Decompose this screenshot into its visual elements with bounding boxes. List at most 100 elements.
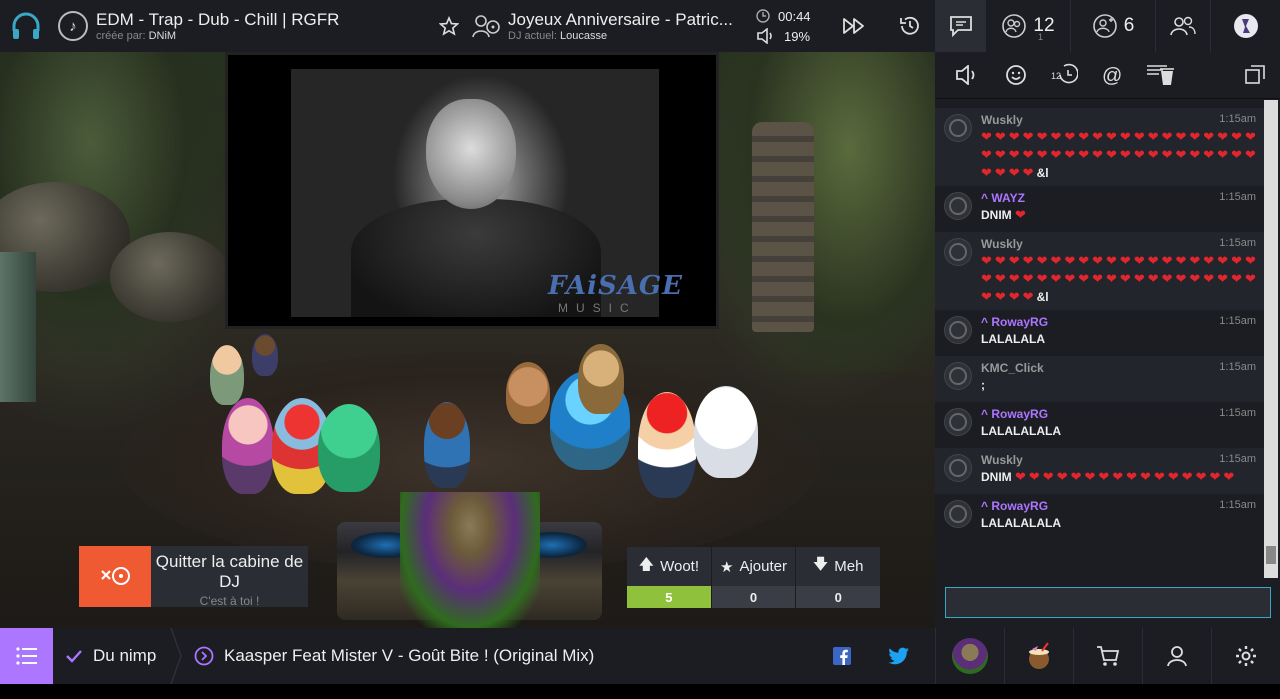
leave-booth-button[interactable]: Quitter la cabine de DJ C'est à toi ! xyxy=(79,546,308,608)
audience-avatar[interactable] xyxy=(638,392,696,498)
svg-text:12: 12 xyxy=(1051,71,1061,81)
heart-emoji: ❤ xyxy=(1015,207,1029,222)
chat-timestamp: 1:15am xyxy=(1219,407,1256,419)
audience-avatar[interactable] xyxy=(694,386,758,478)
audience-avatar[interactable] xyxy=(318,404,380,492)
current-dj[interactable]: Loucasse xyxy=(560,30,607,42)
community-info[interactable]: ♪ EDM - Trap - Dub - Chill | RGFR créée … xyxy=(52,0,434,52)
chat-avatar[interactable] xyxy=(944,408,972,436)
history-icon xyxy=(900,16,919,35)
gear-icon xyxy=(1236,646,1256,666)
dj-label: DJ actuel: xyxy=(508,30,557,42)
chat-text-content: LALALALALA xyxy=(981,516,1061,530)
next-song-title: Kaasper Feat Mister V - Goût Bite ! (Ori… xyxy=(224,646,595,665)
chat-username[interactable]: ^ RowayRG xyxy=(981,406,1260,422)
tab-users[interactable] xyxy=(1155,0,1210,52)
dj-avatar[interactable] xyxy=(400,492,540,628)
chat-avatar[interactable] xyxy=(944,362,972,390)
volume-control[interactable]: 19% xyxy=(756,26,826,46)
clock-icon xyxy=(756,9,770,23)
meh-button[interactable]: 🡇 Meh 0 xyxy=(796,547,881,608)
logo[interactable] xyxy=(0,0,52,52)
chat-username[interactable]: Wuskly xyxy=(981,112,1260,128)
audience-avatar[interactable] xyxy=(252,334,278,376)
plug-dj-app: ♪ EDM - Trap - Dub - Chill | RGFR créée … xyxy=(0,0,1280,699)
heart-emoji: ❤❤❤❤❤❤❤❤❤❤❤❤❤❤❤❤❤❤❤❤❤❤❤❤❤❤❤❤❤❤❤❤❤❤❤❤❤❤❤❤… xyxy=(981,129,1259,180)
bottom-right-buttons xyxy=(935,628,1280,684)
leave-booth-sub: C'est à toi ! xyxy=(199,594,260,608)
audience-avatar[interactable] xyxy=(222,398,274,494)
avatar-icon xyxy=(949,119,967,137)
chat-text-content: LALALALALA xyxy=(981,424,1061,438)
chat-avatar[interactable] xyxy=(944,316,972,344)
chat-text-suffix: &l xyxy=(1036,290,1049,304)
chat-avatar[interactable] xyxy=(944,238,972,266)
audience-avatar[interactable] xyxy=(210,345,244,405)
volume-icon xyxy=(757,28,772,44)
history-button[interactable] xyxy=(882,0,938,52)
heart-emoji: ❤❤❤❤❤❤❤❤❤❤❤❤❤❤❤❤ xyxy=(1015,469,1238,484)
active-playlist[interactable]: Du nimp xyxy=(53,646,178,666)
profile-icon xyxy=(1233,14,1258,38)
audience-avatar[interactable] xyxy=(424,402,470,488)
tab-profile[interactable] xyxy=(1210,0,1280,52)
arrow-down-icon: 🡇 xyxy=(812,556,829,573)
chat-avatar[interactable] xyxy=(944,114,972,142)
svg-text:@: @ xyxy=(1102,65,1122,86)
chat-avatar[interactable] xyxy=(944,192,972,220)
popout-chat-button[interactable] xyxy=(1244,64,1266,91)
avatar-icon xyxy=(949,321,967,339)
now-playing: Joyeux Anniversaire - Patric... DJ actue… xyxy=(464,0,754,52)
chat-input[interactable] xyxy=(945,587,1271,618)
created-by-user[interactable]: DNiM xyxy=(149,30,177,42)
chat-username[interactable]: Wuskly xyxy=(981,452,1260,468)
facebook-share-button[interactable] xyxy=(826,640,858,672)
chat-scrollbar[interactable] xyxy=(1264,100,1278,578)
chat-username[interactable]: ^ RowayRG xyxy=(981,314,1260,330)
playlist-menu-button[interactable] xyxy=(0,628,53,684)
chat-username-text: Wuskly xyxy=(981,237,1023,251)
tab-waitlist[interactable]: 12 1 xyxy=(985,0,1070,52)
chat-username[interactable]: Wuskly xyxy=(981,236,1260,252)
twitter-share-button[interactable] xyxy=(883,640,915,672)
avatar-icon xyxy=(949,459,967,477)
woot-button[interactable]: 🡅 Woot! 5 xyxy=(627,547,711,608)
grab-button[interactable]: ★ Ajouter 0 xyxy=(711,547,796,608)
user-profile-button[interactable] xyxy=(1142,628,1211,684)
chat-username-text: Wuskly xyxy=(981,113,1023,127)
staff-chevron-icon: ^ xyxy=(981,407,992,421)
chat-avatar[interactable] xyxy=(944,500,972,528)
video-player[interactable]: FAiSAGE MUSIC xyxy=(225,52,719,329)
star-icon: ★ xyxy=(720,558,734,576)
chat-text: ❤❤❤❤❤❤❤❤❤❤❤❤❤❤❤❤❤❤❤❤❤❤❤❤❤❤❤❤❤❤❤❤❤❤❤❤❤❤❤❤… xyxy=(981,252,1260,306)
audience-avatar[interactable] xyxy=(578,344,624,414)
chat-avatar[interactable] xyxy=(944,454,972,482)
tab-chat[interactable] xyxy=(935,0,985,52)
favorite-button[interactable] xyxy=(434,0,464,52)
friends-count: 6 xyxy=(1123,15,1135,36)
chat-username[interactable]: ^ WAYZ xyxy=(981,190,1260,206)
skip-button[interactable] xyxy=(826,0,882,52)
music-note-icon: ♪ xyxy=(58,11,88,41)
next-song[interactable]: Kaasper Feat Mister V - Goût Bite ! (Ori… xyxy=(182,646,594,666)
tab-friends[interactable]: 6 xyxy=(1070,0,1155,52)
vote-buttons: 🡅 Woot! 5 ★ Ajouter 0 🡇 Meh 0 xyxy=(627,547,881,608)
shop-button[interactable] xyxy=(1073,628,1142,684)
chat-sound-button[interactable] xyxy=(951,58,985,92)
shop-drink-button[interactable] xyxy=(1004,628,1073,684)
scrollbar-thumb[interactable] xyxy=(1266,546,1276,564)
chat-username[interactable]: KMC_Click xyxy=(981,360,1260,376)
mention-button[interactable]: @ xyxy=(1095,58,1129,92)
heart-emoji: ❤❤❤❤❤❤❤❤❤❤❤❤❤❤❤❤❤❤❤❤❤❤❤❤❤❤❤❤❤❤❤❤❤❤❤❤❤❤❤❤… xyxy=(981,253,1259,304)
chat-username-text: Wuskly xyxy=(981,453,1023,467)
settings-button[interactable] xyxy=(1211,628,1280,684)
chat-username[interactable]: ^ RowayRG xyxy=(981,498,1260,514)
emoji-button[interactable] xyxy=(999,58,1033,92)
list-icon xyxy=(15,647,37,665)
clear-chat-button[interactable] xyxy=(1143,58,1177,92)
avatar-button[interactable] xyxy=(935,628,1004,684)
smiley-icon xyxy=(1006,65,1026,85)
timestamp-button[interactable]: 12 xyxy=(1047,58,1081,92)
chat-message: ^ RowayRG 1:15am LALALALALA xyxy=(935,494,1270,540)
audience-avatar[interactable] xyxy=(506,362,550,424)
